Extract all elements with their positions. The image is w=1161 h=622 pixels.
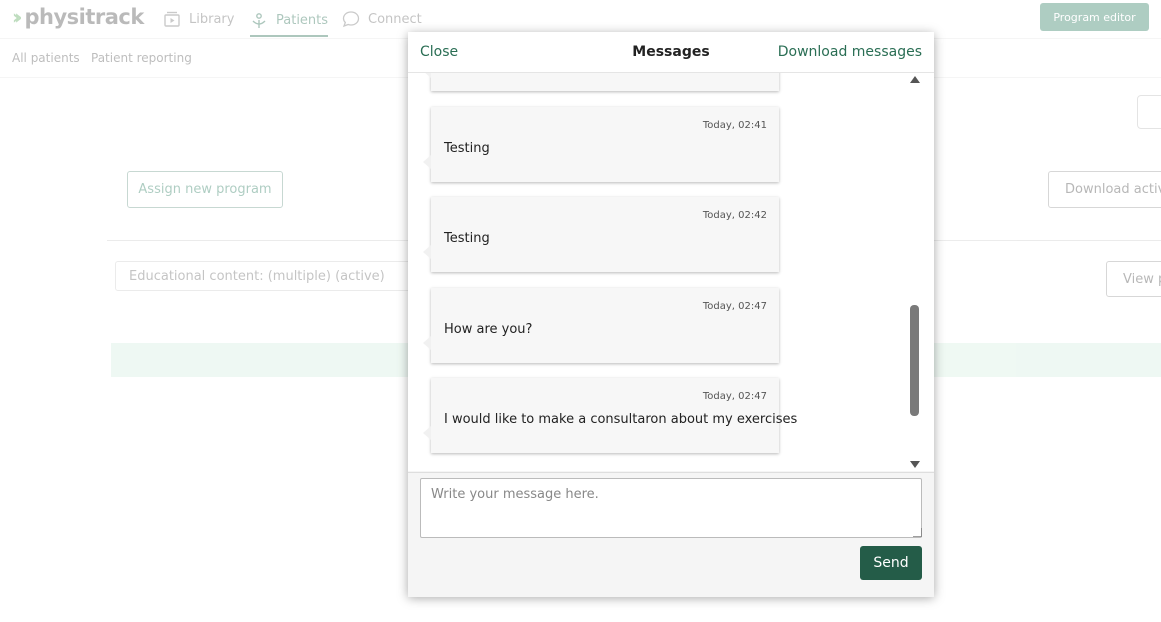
messages-list[interactable]: Today, 02:41 Testing Today, 02:42 Testin… bbox=[408, 73, 934, 471]
logo[interactable]: ›› physitrack bbox=[12, 4, 144, 30]
program-filter-select[interactable]: Educational content: (multiple) (active) bbox=[115, 261, 415, 291]
nav-item-connect[interactable]: Connect bbox=[342, 6, 422, 32]
message-text: Testing bbox=[444, 231, 490, 246]
message-timestamp: Today, 02:42 bbox=[702, 210, 767, 221]
message-item: Today, 02:42 Testing bbox=[423, 197, 779, 272]
nav-item-library[interactable]: Library bbox=[163, 6, 234, 32]
view-button[interactable]: View p bbox=[1106, 261, 1161, 297]
message-timestamp: Today, 02:47 bbox=[702, 391, 767, 402]
patients-icon bbox=[250, 12, 268, 30]
subnav-item-patient-reporting[interactable]: Patient reporting bbox=[91, 51, 192, 65]
scrollbar-thumb[interactable] bbox=[910, 305, 919, 416]
message-item: Today, 02:47 I would like to make a cons… bbox=[423, 378, 797, 453]
send-button[interactable]: Send bbox=[860, 546, 922, 580]
message-item: Today, 02:41 Testing bbox=[423, 107, 779, 182]
message-input[interactable] bbox=[420, 478, 922, 538]
messages-modal: Close Messages Download messages Today, … bbox=[408, 32, 934, 597]
compose-area: Send bbox=[408, 472, 934, 597]
download-messages-link[interactable]: Download messages bbox=[778, 44, 922, 60]
scroll-down-arrow-icon[interactable] bbox=[910, 461, 920, 468]
nav-item-label: Connect bbox=[368, 11, 422, 27]
modal-header: Close Messages Download messages bbox=[408, 32, 934, 73]
message-item: Today, 02:47 How are you? bbox=[423, 288, 779, 363]
assign-new-program-button[interactable]: Assign new program bbox=[127, 171, 283, 208]
message-text: Testing bbox=[444, 141, 490, 156]
chat-icon bbox=[342, 10, 360, 28]
nav-item-label: Library bbox=[189, 11, 235, 27]
download-activity-button[interactable]: Download activi bbox=[1048, 171, 1161, 208]
logo-chevrons-icon: ›› bbox=[12, 5, 23, 29]
logo-text: physitrack bbox=[24, 5, 144, 29]
subnav-item-all-patients[interactable]: All patients bbox=[12, 51, 80, 65]
message-text: I would like to make a consultaron about… bbox=[444, 412, 798, 427]
resize-grip-icon[interactable] bbox=[913, 528, 922, 537]
message-partial bbox=[423, 73, 779, 91]
scroll-up-arrow-icon[interactable] bbox=[910, 76, 920, 83]
chat-bubble-button[interactable] bbox=[1137, 95, 1161, 129]
nav-item-patients[interactable]: Patients bbox=[250, 6, 329, 37]
program-editor-button[interactable]: Program editor bbox=[1040, 3, 1149, 31]
message-text: How are you? bbox=[444, 322, 533, 337]
library-icon bbox=[163, 10, 181, 28]
message-timestamp: Today, 02:47 bbox=[702, 301, 767, 312]
message-timestamp: Today, 02:41 bbox=[702, 120, 767, 131]
messages-scrollbar[interactable] bbox=[908, 73, 922, 471]
nav-item-label: Patients bbox=[276, 13, 329, 28]
